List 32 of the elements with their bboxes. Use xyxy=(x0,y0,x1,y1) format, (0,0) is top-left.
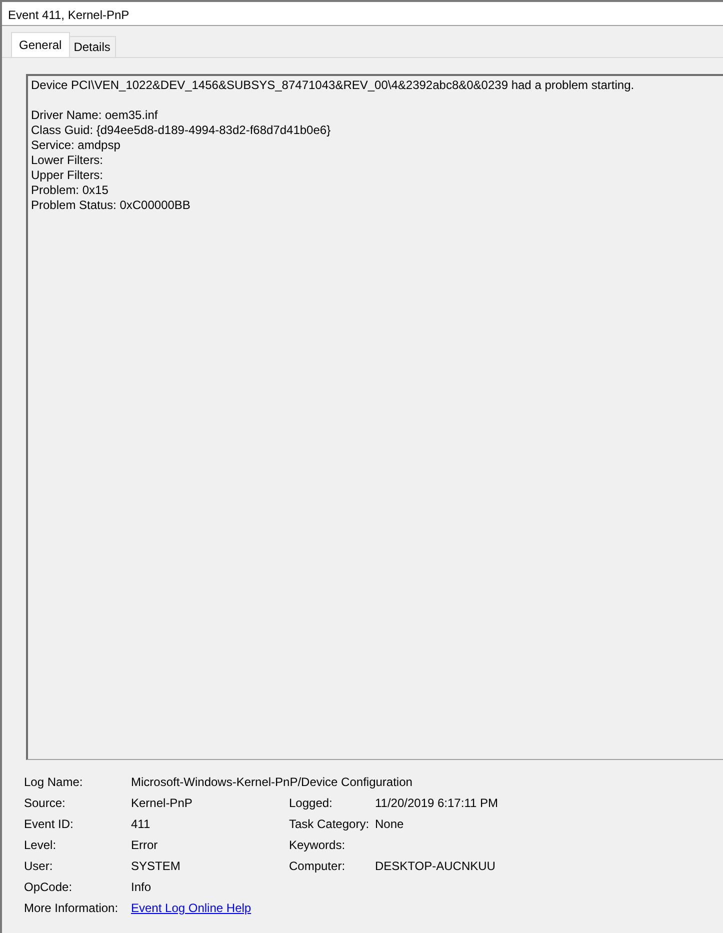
field-label: Task Category: xyxy=(289,817,370,832)
description-line: Problem: 0x15 xyxy=(31,183,110,198)
field-label: More Information: xyxy=(24,901,120,916)
description-line: Device PCI\VEN_1022&DEV_1456&SUBSYS_87471043&REV_00\4&2392abc8&0&0239 had a problem starting. xyxy=(31,78,636,93)
description-line: Problem Status: 0xC00000BB xyxy=(31,198,192,213)
field-value: Error xyxy=(131,838,159,853)
help-link[interactable]: Event Log Online Help xyxy=(131,901,252,915)
field-label: User: xyxy=(24,859,54,874)
field-label: Keywords: xyxy=(289,838,346,853)
description-line: Upper Filters: xyxy=(31,168,104,183)
field-label: Log Name: xyxy=(24,775,84,790)
field-label: Level: xyxy=(24,838,58,853)
field-value: 411 xyxy=(131,817,152,832)
field-value: Info xyxy=(131,880,152,895)
field-label: OpCode: xyxy=(24,880,74,895)
field-value: None xyxy=(375,817,405,832)
field-label: Source: xyxy=(24,796,66,811)
tab[interactable]: Details xyxy=(68,36,116,57)
field-value: 11/20/2019 6:17:11 PM xyxy=(375,796,499,811)
field-value: DESKTOP-AUCNKUU xyxy=(375,859,496,874)
window-title: Event 411, Kernel-PnP xyxy=(2,2,723,26)
field-label: Event ID: xyxy=(24,817,74,832)
tab[interactable]: General xyxy=(11,32,70,57)
field-label: Computer: xyxy=(289,859,346,874)
field-label: Logged: xyxy=(289,796,334,811)
field-value: Kernel-PnP xyxy=(131,796,194,811)
description-line: Class Guid: {d94ee5d8-d189-4994-83d2-f68d7d41b0e6} xyxy=(31,123,332,138)
field-value: Microsoft-Windows-Kernel-PnP/Device Configuration xyxy=(131,775,414,790)
description-line: Driver Name: oem35.inf xyxy=(31,108,159,123)
field-value: SYSTEM xyxy=(131,859,182,874)
description-line: Service: amdpsp xyxy=(31,138,122,153)
description-line: Lower Filters: xyxy=(31,153,104,168)
